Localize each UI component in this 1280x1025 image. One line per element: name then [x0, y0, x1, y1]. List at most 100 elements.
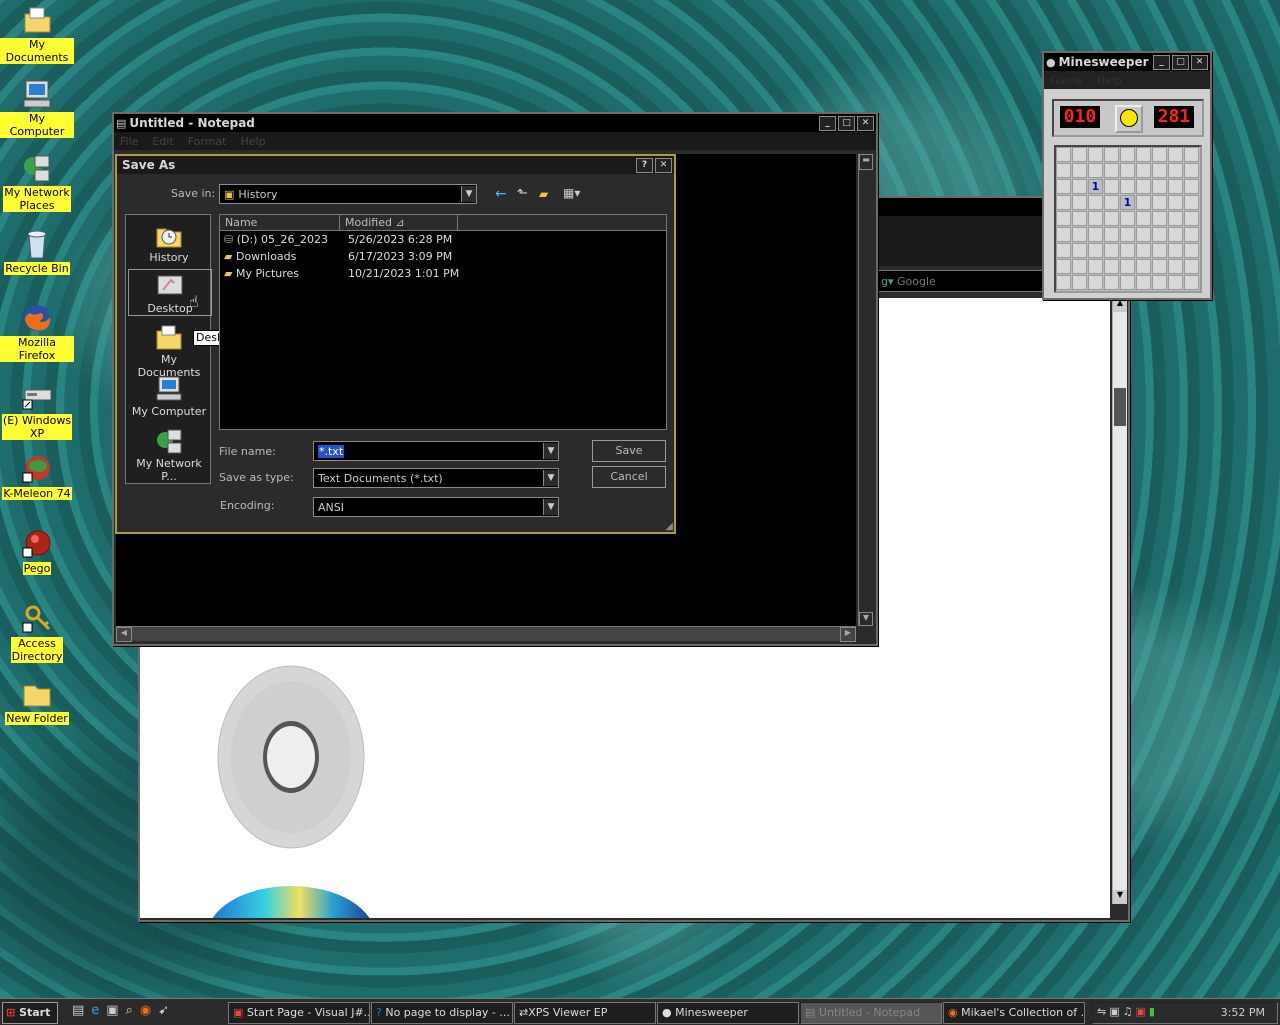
browser-scrollbar[interactable]: ▲ ▼: [1112, 298, 1127, 904]
mine-cell[interactable]: [1184, 211, 1199, 226]
mine-cell[interactable]: [1136, 243, 1151, 258]
close-button[interactable]: ✕: [857, 115, 874, 131]
mine-cell[interactable]: [1072, 147, 1087, 162]
search-engine-icon[interactable]: g▾: [881, 275, 895, 288]
mine-cell[interactable]: [1072, 243, 1087, 258]
scroll-thumb[interactable]: [1114, 388, 1126, 426]
mine-cell[interactable]: [1152, 275, 1167, 290]
mine-cell[interactable]: [1072, 211, 1087, 226]
mine-cell[interactable]: [1104, 195, 1119, 210]
places-my-computer[interactable]: My Computer: [128, 373, 210, 418]
mine-cell[interactable]: [1136, 163, 1151, 178]
mine-cell[interactable]: [1072, 275, 1087, 290]
places-desktop[interactable]: Desktop: [128, 269, 212, 316]
mine-cell[interactable]: [1120, 243, 1135, 258]
mine-cell[interactable]: [1056, 243, 1071, 258]
close-button[interactable]: ✕: [655, 157, 672, 173]
display-tray-icon[interactable]: ▣: [1109, 1005, 1122, 1018]
mine-cell[interactable]: [1152, 147, 1167, 162]
desktop-icon-recycle-bin[interactable]: Recycle Bin: [0, 228, 74, 275]
mine-cell[interactable]: 1: [1120, 195, 1135, 210]
mine-cell[interactable]: [1120, 275, 1135, 290]
mine-cell[interactable]: [1056, 211, 1071, 226]
desktop-icon-my-network-places[interactable]: My Network Places: [0, 152, 74, 212]
mine-cell[interactable]: [1104, 243, 1119, 258]
arrow-launch-icon[interactable]: ➹: [158, 1003, 176, 1018]
mine-cell[interactable]: [1184, 243, 1199, 258]
mine-cell[interactable]: [1152, 163, 1167, 178]
close-button[interactable]: ✕: [1191, 54, 1208, 70]
mine-cell[interactable]: 1: [1088, 179, 1103, 194]
mine-cell[interactable]: [1136, 259, 1151, 274]
cancel-button[interactable]: Cancel: [592, 466, 666, 488]
menu-format[interactable]: Format: [188, 135, 227, 148]
save-button[interactable]: Save: [592, 440, 666, 462]
mine-cell[interactable]: [1056, 259, 1071, 274]
column-header-name[interactable]: Name: [220, 215, 340, 230]
mine-cell[interactable]: [1136, 227, 1151, 242]
mine-cell[interactable]: [1056, 147, 1071, 162]
maximize-button[interactable]: □: [1172, 54, 1189, 70]
explorer-icon[interactable]: ▣: [106, 1003, 125, 1018]
desktop-icon-windows-xp-drive[interactable]: (E) Windows XP: [0, 380, 74, 440]
battery-tray-icon[interactable]: ▮: [1149, 1005, 1158, 1018]
chevron-down-icon[interactable]: ▼: [543, 470, 558, 486]
security-tray-icon[interactable]: ▣: [1136, 1005, 1149, 1018]
show-desktop-icon[interactable]: ▤: [72, 1003, 91, 1018]
mine-cell[interactable]: [1056, 195, 1071, 210]
mine-cell[interactable]: [1120, 163, 1135, 178]
mine-cell[interactable]: [1056, 163, 1071, 178]
mine-cell[interactable]: [1104, 211, 1119, 226]
places-my-network[interactable]: My Network P...: [128, 425, 210, 483]
mine-cell[interactable]: [1072, 195, 1087, 210]
column-header-modified[interactable]: Modified ⊿: [340, 215, 458, 230]
notepad-hscrollbar[interactable]: ◀ ▶: [116, 626, 856, 642]
smiley-button[interactable]: [1115, 105, 1143, 133]
mine-cell[interactable]: [1152, 227, 1167, 242]
scroll-down-arrow[interactable]: ▼: [1113, 890, 1127, 904]
mine-cell[interactable]: [1168, 211, 1183, 226]
mine-cell[interactable]: [1152, 243, 1167, 258]
mine-cell[interactable]: [1136, 275, 1151, 290]
mine-cell[interactable]: [1104, 275, 1119, 290]
new-folder-icon[interactable]: ▰: [539, 187, 548, 201]
mine-cell[interactable]: [1072, 259, 1087, 274]
mine-cell[interactable]: [1120, 227, 1135, 242]
mine-cell[interactable]: [1088, 147, 1103, 162]
resize-grip-icon[interactable]: ◢: [665, 521, 673, 532]
network-tray-icon[interactable]: ⇋: [1097, 1005, 1109, 1018]
mine-cell[interactable]: [1088, 227, 1103, 242]
mine-cell[interactable]: [1072, 163, 1087, 178]
menu-file[interactable]: File: [120, 135, 138, 148]
tray-icons[interactable]: ⇋▣♫▣▮: [1097, 1005, 1158, 1018]
mine-grid[interactable]: 11: [1054, 145, 1202, 293]
desktop-icon-my-documents[interactable]: My Documents: [0, 4, 74, 64]
mine-cell[interactable]: [1056, 227, 1071, 242]
firefox-icon[interactable]: ◉: [140, 1003, 158, 1018]
desktop-icon-new-folder[interactable]: New Folder: [0, 678, 74, 725]
mine-cell[interactable]: [1088, 211, 1103, 226]
save-as-type-dropdown[interactable]: Text Documents (*.txt) ▼: [313, 468, 559, 488]
menu-help[interactable]: Help: [241, 135, 266, 148]
taskbar-task-minesweeper[interactable]: ● Minesweeper: [657, 1002, 799, 1024]
mine-cell[interactable]: [1072, 227, 1087, 242]
taskbar-task-notepad[interactable]: ▤ Untitled - Notepad: [800, 1002, 942, 1024]
mine-cell[interactable]: [1120, 259, 1135, 274]
scroll-up-arrow[interactable]: ▬: [859, 154, 873, 170]
search-icon[interactable]: ⌕: [126, 1003, 140, 1018]
mine-cell[interactable]: [1104, 163, 1119, 178]
clock[interactable]: 3:52 PM: [1221, 1006, 1265, 1019]
file-name-field[interactable]: *.txt ▼: [313, 441, 559, 461]
mine-cell[interactable]: [1056, 179, 1071, 194]
mine-cell[interactable]: [1120, 147, 1135, 162]
taskbar-task-browser[interactable]: ◉ Mikael's Collection of ...: [943, 1002, 1085, 1024]
mine-cell[interactable]: [1120, 179, 1135, 194]
back-arrow-icon[interactable]: ←: [495, 186, 507, 202]
file-row[interactable]: ⛁ (D:) 05_26_2023 5/26/2023 6:28 PM: [220, 231, 666, 248]
scroll-right-arrow[interactable]: ▶: [840, 627, 856, 642]
scroll-down-arrow[interactable]: ▼: [859, 612, 873, 626]
save-in-dropdown[interactable]: ▣ History ▼: [219, 184, 477, 204]
maximize-button[interactable]: □: [838, 115, 855, 131]
taskbar-task-visual-j[interactable]: ▣ Start Page - Visual J#...: [228, 1002, 370, 1024]
mine-cell[interactable]: [1168, 243, 1183, 258]
